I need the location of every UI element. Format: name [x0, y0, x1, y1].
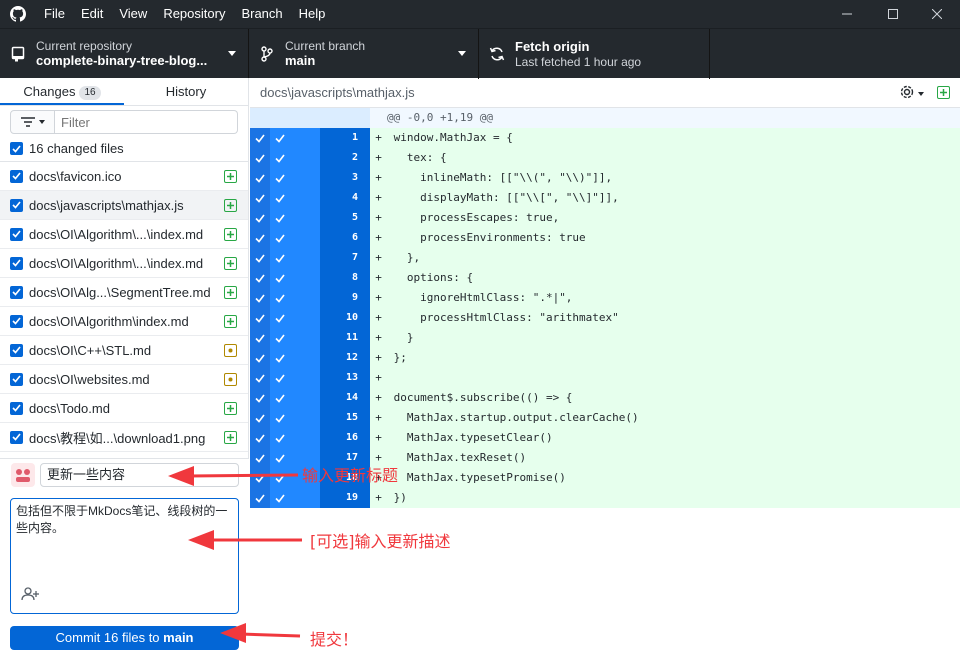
annotation-arrows	[168, 466, 302, 643]
arrow-to-commit	[220, 623, 301, 643]
annotation-description: [可选]输入更新描述	[310, 532, 451, 551]
arrow-to-description	[188, 530, 302, 550]
annotation-submit: 提交！	[310, 630, 359, 649]
arrow-to-summary	[168, 466, 299, 486]
annotation-title: 输入更新标题	[302, 466, 399, 485]
